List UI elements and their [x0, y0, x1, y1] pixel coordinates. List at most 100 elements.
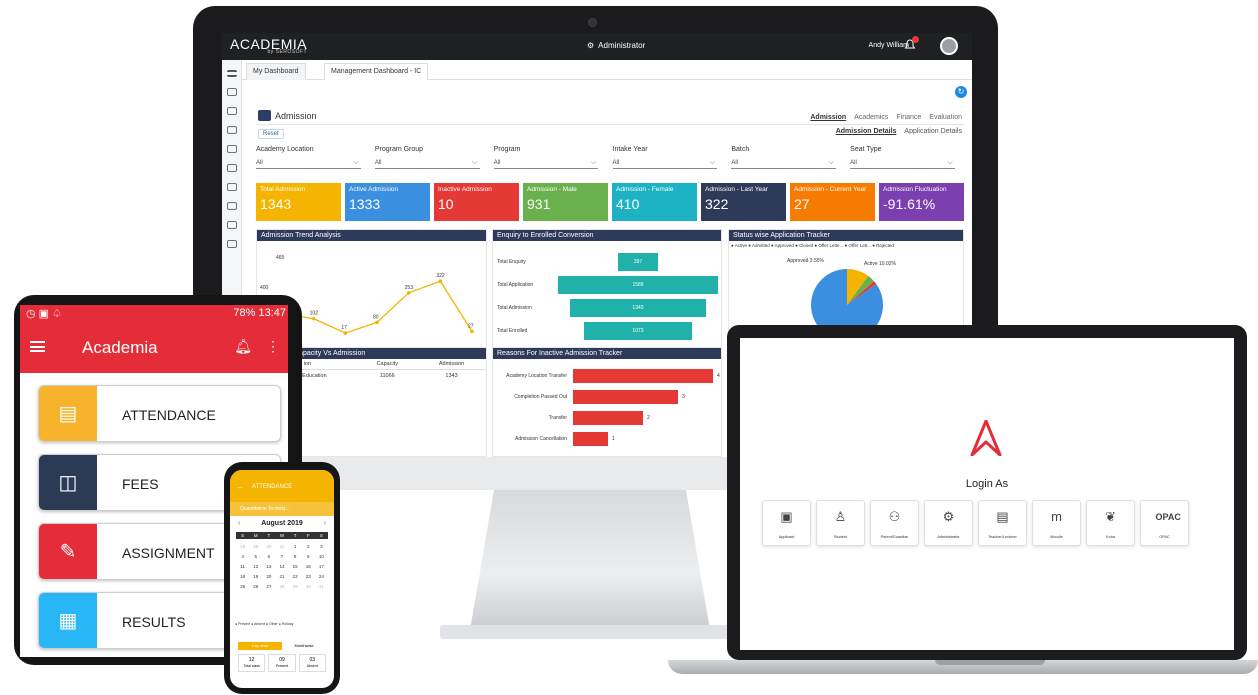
data-point[interactable]	[406, 291, 411, 295]
role-teacher-lecturer[interactable]: ▤ Teacher/Lecturer	[978, 500, 1027, 546]
role-student[interactable]: ♙ Student	[816, 500, 865, 546]
sidebar-icon-7[interactable]	[226, 202, 237, 210]
reason-bar[interactable]	[573, 411, 643, 425]
calendar-day[interactable]: 17	[315, 564, 328, 569]
data-point[interactable]	[343, 331, 348, 335]
stat-card[interactable]: Total Admission 1343	[256, 183, 341, 221]
calendar-day[interactable]: 9	[302, 554, 315, 559]
funnel-bar[interactable]: 1343	[570, 299, 706, 317]
calendar-day[interactable]: 29	[249, 544, 262, 549]
reason-bar[interactable]	[573, 369, 713, 383]
reason-bar[interactable]	[573, 390, 678, 404]
calendar-day[interactable]: 4	[236, 554, 249, 559]
calendar-day[interactable]: 28	[236, 544, 249, 549]
funnel-bar[interactable]: 1073	[583, 322, 692, 340]
calendar-day[interactable]: 30	[302, 584, 315, 589]
calendar-day[interactable]: 31	[315, 584, 328, 589]
nav-finance[interactable]: Finance	[896, 114, 921, 121]
sidebar-icon-4[interactable]	[226, 145, 237, 153]
menu-icon[interactable]	[226, 70, 237, 77]
calendar-day[interactable]: 23	[302, 574, 315, 579]
nav-evaluation[interactable]: Evaluation	[929, 114, 962, 121]
calendar-day[interactable]: 7	[275, 554, 288, 559]
more-icon[interactable]: ⋮	[266, 338, 280, 355]
calendar-day[interactable]: 21	[275, 574, 288, 579]
sidebar-icon-9[interactable]	[226, 240, 237, 248]
filter-5[interactable]: Seat Type All ⌵	[850, 146, 964, 176]
prev-month-icon[interactable]: ‹	[238, 520, 240, 527]
calendar-day[interactable]: 6	[262, 554, 275, 559]
funnel-bar[interactable]: 397	[618, 253, 658, 271]
filter-2[interactable]: Program All ⌵	[493, 146, 608, 176]
calendar-day[interactable]: 20	[262, 574, 275, 579]
calendar-day[interactable]: 16	[302, 564, 315, 569]
hamburger-icon[interactable]	[30, 341, 45, 352]
calendar-day[interactable]: 12	[249, 564, 262, 569]
calendar-day[interactable]: 25	[236, 584, 249, 589]
filter-select[interactable]: All	[612, 160, 718, 169]
calendar-day[interactable]: 19	[249, 574, 262, 579]
calendar-day[interactable]: 27	[262, 584, 275, 589]
sidebar-icon-5[interactable]	[226, 164, 237, 172]
calendar-day[interactable]: 10	[315, 554, 328, 559]
calendar-day[interactable]: 22	[289, 574, 302, 579]
sidebar-icon-2[interactable]	[226, 107, 237, 115]
filter-select[interactable]: All	[493, 160, 599, 169]
data-point[interactable]	[438, 279, 443, 283]
calendar-day[interactable]: 28	[275, 584, 288, 589]
funnel-bar[interactable]: 1589	[558, 276, 718, 294]
role-opac[interactable]: OPAC OPAC	[1140, 500, 1189, 546]
role-koha[interactable]: ❦ Koha	[1086, 500, 1135, 546]
reason-bar[interactable]	[573, 432, 608, 446]
sub-application-details[interactable]: Application Details	[904, 128, 962, 135]
sidebar-icon-3[interactable]	[226, 126, 237, 134]
filter-select[interactable]: All	[850, 160, 955, 169]
tab-monthwise[interactable]: Monthwise	[282, 642, 326, 650]
calendar-day[interactable]: 29	[289, 584, 302, 589]
filter-0[interactable]: Academy Location All ⌵	[256, 146, 370, 176]
filter-select[interactable]: All	[374, 160, 480, 169]
calendar-day[interactable]: 3	[315, 544, 328, 549]
calendar-day[interactable]: 1	[289, 544, 302, 549]
calendar-day[interactable]: 13	[262, 564, 275, 569]
reset-button[interactable]: Reset	[258, 129, 284, 139]
stat-card[interactable]: Admission - Last Year 322	[701, 183, 786, 221]
bell-icon[interactable]: 🔔︎	[234, 338, 252, 355]
stat-card[interactable]: Inactive Admission 10	[434, 183, 519, 221]
tab-day-wise[interactable]: Day wise	[238, 642, 282, 650]
academia-logo[interactable]: ACADEMIA by SEROSOFT	[230, 36, 307, 55]
sidebar-icon-1[interactable]	[226, 88, 237, 96]
data-point[interactable]	[311, 316, 316, 321]
data-point[interactable]	[470, 329, 474, 334]
calendar-day[interactable]: 8	[289, 554, 302, 559]
nav-admission[interactable]: Admission	[810, 114, 846, 121]
tab-my-dashboard[interactable]: My Dashboard	[246, 63, 306, 80]
course-banner[interactable]: Quantitative Techniq...	[230, 502, 334, 516]
stat-card[interactable]: Active Admission 1333	[345, 183, 430, 221]
stat-card[interactable]: Admission - Current Year 27	[790, 183, 875, 221]
filter-select[interactable]: All	[731, 160, 837, 169]
stat-card[interactable]: Admission Fluctuation -91.61%	[879, 183, 964, 221]
tab-management-dashboard[interactable]: Management Dashboard - IC	[324, 63, 429, 80]
role-applicant[interactable]: ▣ Applicant	[762, 500, 811, 546]
calendar-day[interactable]: 24	[315, 574, 328, 579]
calendar-day[interactable]: 2	[302, 544, 315, 549]
sidebar-icon-6[interactable]	[226, 183, 237, 191]
avatar[interactable]	[940, 37, 958, 55]
data-point[interactable]	[375, 320, 379, 325]
role-administrator[interactable]: ⚙ Administrator	[924, 500, 973, 546]
calendar-day[interactable]: 31	[275, 544, 288, 549]
calendar-day[interactable]: 15	[289, 564, 302, 569]
role-parent-guardian[interactable]: ⚇ Parent/Guardian	[870, 500, 919, 546]
filter-select[interactable]: All	[256, 160, 361, 169]
calendar-day[interactable]: 11	[236, 564, 249, 569]
stat-card[interactable]: Admission - Male 931	[523, 183, 608, 221]
sidebar-icon-8[interactable]	[226, 221, 237, 229]
role-moodle[interactable]: m Moodle	[1032, 500, 1081, 546]
calendar-day[interactable]: 26	[249, 584, 262, 589]
filter-3[interactable]: Intake Year All ⌵	[612, 146, 727, 176]
module-card-attendance[interactable]: ▤ ATTENDANCE	[38, 385, 281, 442]
calendar-day[interactable]: 18	[236, 574, 249, 579]
stat-card[interactable]: Admission - Female 410	[612, 183, 697, 221]
calendar-day[interactable]: 30	[262, 544, 275, 549]
